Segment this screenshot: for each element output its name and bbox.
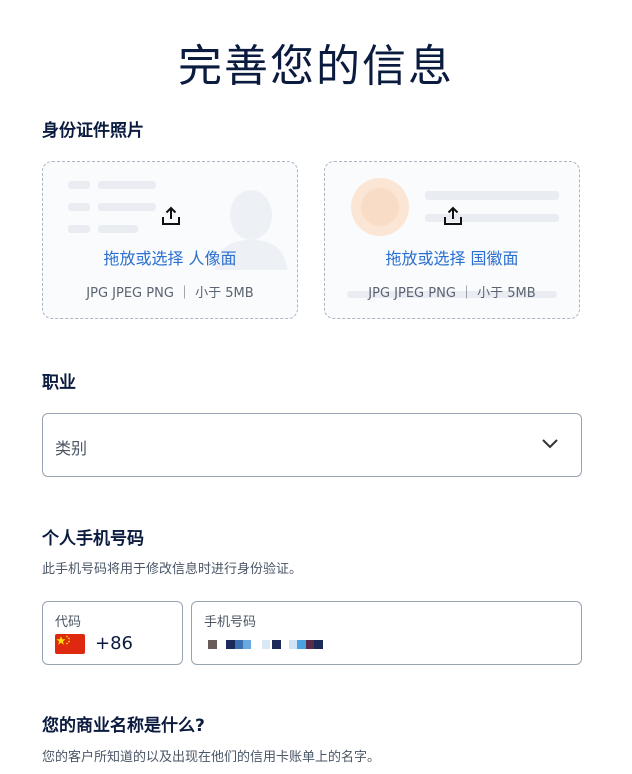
page-title: 完善您的信息 (178, 41, 454, 92)
phone-label: 个人手机号码 (42, 529, 144, 549)
occupation-label: 职业 (42, 373, 76, 393)
business-name-helper-text: 您的客户所知道的以及出现在他们的信用卡账单上的名字。 (42, 750, 381, 765)
country-code-value: +86 (95, 633, 133, 654)
chevron-down-icon (542, 439, 558, 449)
placeholder-line (98, 225, 138, 233)
phone-number-label: 手机号码 (204, 615, 257, 630)
placeholder-line (68, 203, 90, 211)
upload-back-dropzone[interactable]: 拖放或选择 国徽面 JPG JPEG PNG ｜ 小于 5MB (324, 161, 580, 319)
phone-number-field[interactable]: 手机号码 (191, 601, 582, 665)
emblem-placeholder-icon (351, 178, 409, 236)
upload-front-hint: JPG JPEG PNG ｜ 小于 5MB (86, 286, 254, 301)
upload-front-label: 拖放或选择 人像面 (103, 249, 237, 268)
china-flag-icon (55, 634, 85, 654)
country-code-select[interactable]: 代码 +86 (42, 601, 183, 665)
placeholder-line (68, 225, 90, 233)
placeholder-line (98, 181, 156, 189)
placeholder-line (68, 181, 90, 189)
upload-back-label: 拖放或选择 国徽面 (385, 249, 519, 268)
upload-icon (162, 206, 180, 225)
upload-back-hint: JPG JPEG PNG ｜ 小于 5MB (368, 286, 536, 301)
upload-front-dropzone[interactable]: 拖放或选择 人像面 JPG JPEG PNG ｜ 小于 5MB (42, 161, 298, 319)
phone-helper-text: 此手机号码将用于修改信息时进行身份验证。 (42, 562, 303, 577)
id-photo-label: 身份证件照片 (42, 121, 144, 141)
occupation-select-value: 类别 (55, 439, 88, 458)
business-name-label: 您的商业名称是什么? (42, 716, 205, 736)
upload-icon (444, 206, 462, 225)
placeholder-line (425, 191, 559, 200)
occupation-select[interactable]: 类别 (42, 413, 582, 477)
country-code-label: 代码 (55, 615, 82, 630)
placeholder-line (98, 203, 156, 211)
